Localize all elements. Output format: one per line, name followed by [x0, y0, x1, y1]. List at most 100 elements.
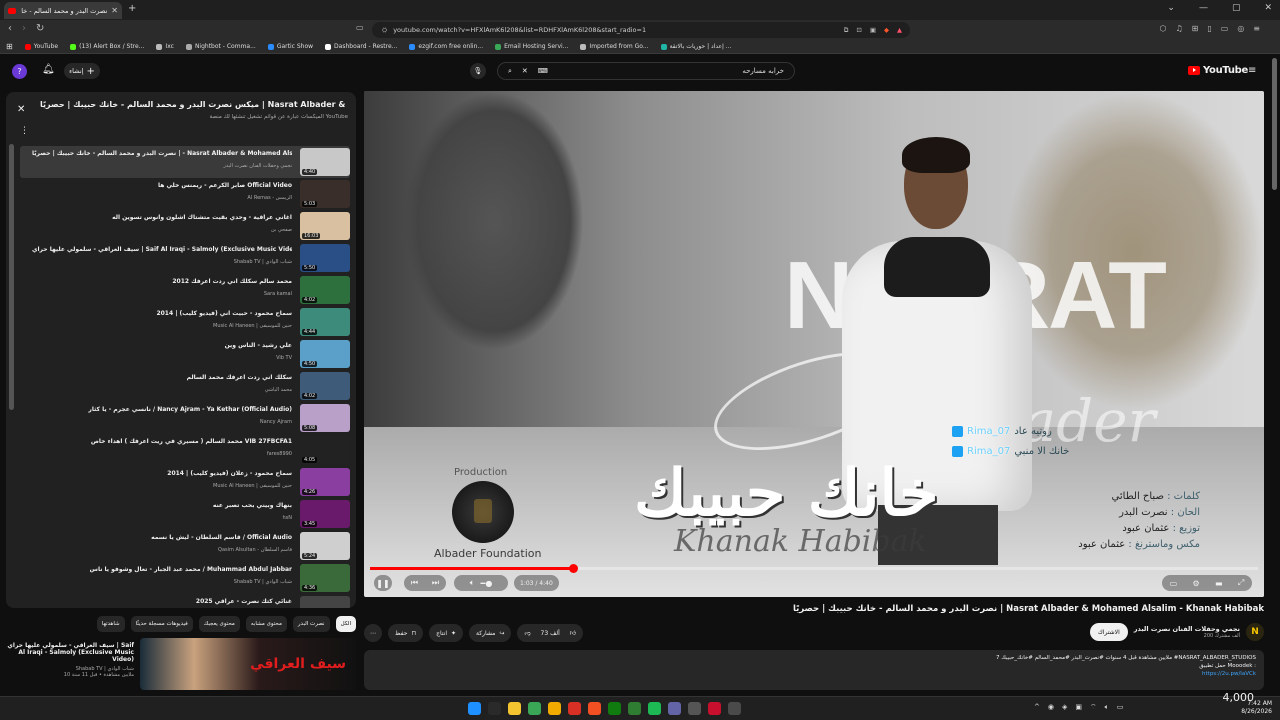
playlist-item-thumbnail[interactable]: 4:50	[300, 340, 350, 368]
bookmark-item[interactable]: Email Hosting Servi...	[495, 43, 568, 50]
playlist-item-title[interactable]: محمد سالم سكلك اني ردت اعرفك 2012	[32, 278, 292, 285]
reload-icon[interactable]: ↻	[36, 23, 44, 34]
close-playlist-icon[interactable]: ✕	[17, 104, 25, 115]
subscribe-button[interactable]: الاشتراك	[1089, 623, 1128, 641]
playlist-item[interactable]: 3:45 بنهاك وبيني بحب تصبر عنه hsN	[20, 498, 350, 530]
taskbar-app-icon[interactable]	[608, 702, 621, 715]
more-actions-button[interactable]: ⋯	[364, 624, 382, 642]
channel-avatar[interactable]: N	[1246, 623, 1264, 641]
tray-app-icon[interactable]: ▣	[1075, 703, 1082, 712]
playlist-item[interactable]: 4:44 سماح محمود - حبيت اني (فيديو كليب) |…	[20, 306, 350, 338]
taskbar-app-icon[interactable]	[628, 702, 641, 715]
more-options-icon[interactable]: ⋮	[20, 126, 29, 136]
page-scrollbar[interactable]	[1272, 58, 1277, 190]
playlist-item-thumbnail[interactable]: 5:08	[300, 404, 350, 432]
progress-bar[interactable]	[370, 564, 1258, 573]
music-icon[interactable]: ♫	[1175, 24, 1182, 33]
clip-button[interactable]: انتاج ✦	[429, 624, 464, 642]
playlist-item[interactable]: غنائي كتك نصرت - عراقي 2025	[20, 594, 350, 608]
playlist-item-thumbnail[interactable]: 4:05	[300, 436, 350, 464]
share-button[interactable]: مشاركة ↪	[469, 624, 512, 642]
menu-icon[interactable]: ≡	[1253, 24, 1260, 33]
playlist-item-title[interactable]: اغاني عراقية - وحدي بقيت متشتاك اشلون وا…	[32, 214, 292, 221]
playlist-item-title[interactable]: علي رشيد - الناس وين	[32, 342, 292, 349]
maximize-icon[interactable]: ▢	[1232, 3, 1241, 13]
playlist-item-title[interactable]: محمد عبد الجبار - تعال وشوفو يا ناس / Mu…	[32, 566, 292, 573]
playlist-item-title[interactable]: سكلك اني ردت اعرفك محمد السالم	[32, 374, 292, 381]
description-link[interactable]: https://2u.pw/laVCk	[372, 670, 1256, 678]
new-tab-icon[interactable]: +	[128, 3, 136, 14]
settings-gear-icon[interactable]: ⚙︎	[1193, 579, 1200, 588]
translate-icon[interactable]: ⧉	[844, 26, 849, 35]
playlist-item-title[interactable]: سماح محمود - حبيت اني (فيديو كليب) | 201…	[32, 310, 292, 317]
taskbar-app-icon[interactable]	[668, 702, 681, 715]
browser-tab[interactable]: نصرت البدر و محمد السالم - خا ✕	[4, 2, 122, 19]
playlist-item[interactable]: 4:26 سماح محمود - زعلان (فيديو كليب) | 20…	[20, 466, 350, 498]
subtitles-icon[interactable]: ▭	[1170, 579, 1178, 588]
network-icon[interactable]: ⌔	[1090, 703, 1097, 712]
channel-name[interactable]: نجمي وحفلات الفنان نصرت البدر	[1134, 625, 1240, 633]
brave-shield-icon[interactable]: ◆	[884, 26, 889, 35]
playlist-item-thumbnail[interactable]: 4:40	[300, 148, 350, 176]
bookmark-toggle-icon[interactable]: ▭	[356, 23, 364, 32]
bookmark-item[interactable]: ezgif.com free onlin...	[409, 43, 483, 50]
brave-rewards-icon[interactable]: ▲	[897, 26, 902, 35]
youtube-logo[interactable]: YouTube	[1188, 65, 1248, 76]
playlist-item[interactable]: 4:02 سكلك اني ردت اعرفك محمد السالم محمد ا…	[20, 370, 350, 402]
playlist-item[interactable]: 16:03 اغاني عراقية - وحدي بقيت متشتاك اشل…	[20, 210, 350, 242]
wallet-icon[interactable]: ▭	[1221, 24, 1229, 33]
screenshot-icon[interactable]: ▣	[870, 26, 876, 35]
playlist-item-title[interactable]: بنهاك وبيني بحب تصبر عنه	[32, 502, 292, 509]
playlist-item-title[interactable]: غنائي كتك نصرت - عراقي 2025	[32, 598, 292, 605]
taskbar-app-icon[interactable]	[588, 702, 601, 715]
playlist-scrollbar[interactable]	[9, 144, 14, 410]
minimize-icon[interactable]: —	[1199, 3, 1208, 13]
close-tab-icon[interactable]: ✕	[111, 6, 118, 15]
bookmark-item[interactable]: Gartic Show	[267, 43, 313, 50]
address-bar[interactable]: ⛭ youtube.com/watch?v=HFXlAmK6l208&list=…	[372, 22, 910, 38]
playlist-item-title[interactable]: نصرت البدر و محمد السالم - خانك حبيبك | …	[32, 150, 292, 157]
next-icon[interactable]: ⏭︎	[432, 578, 439, 588]
playlist-item-thumbnail[interactable]: 4:36	[300, 564, 350, 592]
playlist-item[interactable]: 5:03 صابر الكرعم - ريمنس خلي ها Official …	[20, 178, 350, 210]
playlist-item[interactable]: 4:50 علي رشيد - الناس وين Vib TV	[20, 338, 350, 370]
dislike-icon[interactable]: 👎︎	[524, 629, 530, 637]
taskbar-app-icon[interactable]	[548, 702, 561, 715]
create-button[interactable]: إنشاء +	[64, 63, 100, 79]
search-input[interactable]: خرابه مسارحه	[558, 67, 784, 75]
playlist-item-thumbnail[interactable]: 4:02	[300, 276, 350, 304]
volume-control[interactable]: 🔈︎ ━●	[454, 575, 508, 591]
playlist-item[interactable]: 4:36 محمد عبد الجبار - تعال وشوفو يا ناس …	[20, 562, 350, 594]
filter-chip[interactable]: نصرت البدر	[292, 616, 330, 632]
taskbar-app-icon[interactable]	[688, 702, 701, 715]
search-box[interactable]: ⌕ ✕ ⌨ خرابه مسارحه	[497, 62, 795, 80]
volume-icon[interactable]: 🔈︎	[470, 578, 475, 588]
playlist-item-title[interactable]: صابر الكرعم - ريمنس خلي ها Official Vide…	[32, 182, 292, 189]
vpn-icon[interactable]: ◎	[1237, 24, 1244, 33]
speaker-icon[interactable]: 🔈︎	[1105, 703, 1109, 712]
taskbar-app-icon[interactable]	[568, 702, 581, 715]
keyboard-icon[interactable]: ⌨	[538, 67, 548, 75]
theater-mode-icon[interactable]: ▬	[1215, 579, 1223, 588]
search-icon[interactable]: ⌕	[508, 67, 512, 76]
playlist-item-thumbnail[interactable]: 4:02	[300, 372, 350, 400]
fullscreen-icon[interactable]: ⤢	[1238, 578, 1244, 588]
playlist-item-title[interactable]: نانسي عجرم - يا كثار / Nancy Ajram - Ya …	[32, 406, 292, 413]
forward-icon[interactable]: ›	[22, 23, 26, 34]
scrubber-handle[interactable]	[568, 564, 578, 573]
save-button[interactable]: حفظ ⊓	[388, 624, 424, 642]
filter-chip[interactable]: فيديوهات مسجلة حديثًا	[130, 616, 193, 632]
bookmark-item[interactable]: إعداد | حوريات بالاتقة ...	[660, 43, 731, 50]
taskbar-app-icon[interactable]	[708, 702, 721, 715]
chevron-down-icon[interactable]: ⌄	[1167, 3, 1175, 13]
playlist-item-thumbnail[interactable]: 4:26	[300, 468, 350, 496]
previous-icon[interactable]: ⏮︎	[411, 578, 418, 588]
install-icon[interactable]: ⊡	[856, 26, 861, 35]
playlist-item-thumbnail[interactable]	[300, 596, 350, 608]
filter-chip[interactable]: محتوى مشابه	[245, 616, 287, 632]
playlist-item-thumbnail[interactable]: 5:50	[300, 244, 350, 272]
voice-search-icon[interactable]: 🎙︎	[470, 63, 486, 79]
filter-chip[interactable]: شاهدتها	[96, 616, 125, 632]
volume-slider[interactable]: ━●	[481, 579, 493, 588]
recommended-title[interactable]: سيف العراقي - سلمولي عليها حراي | Saif A…	[6, 642, 134, 663]
